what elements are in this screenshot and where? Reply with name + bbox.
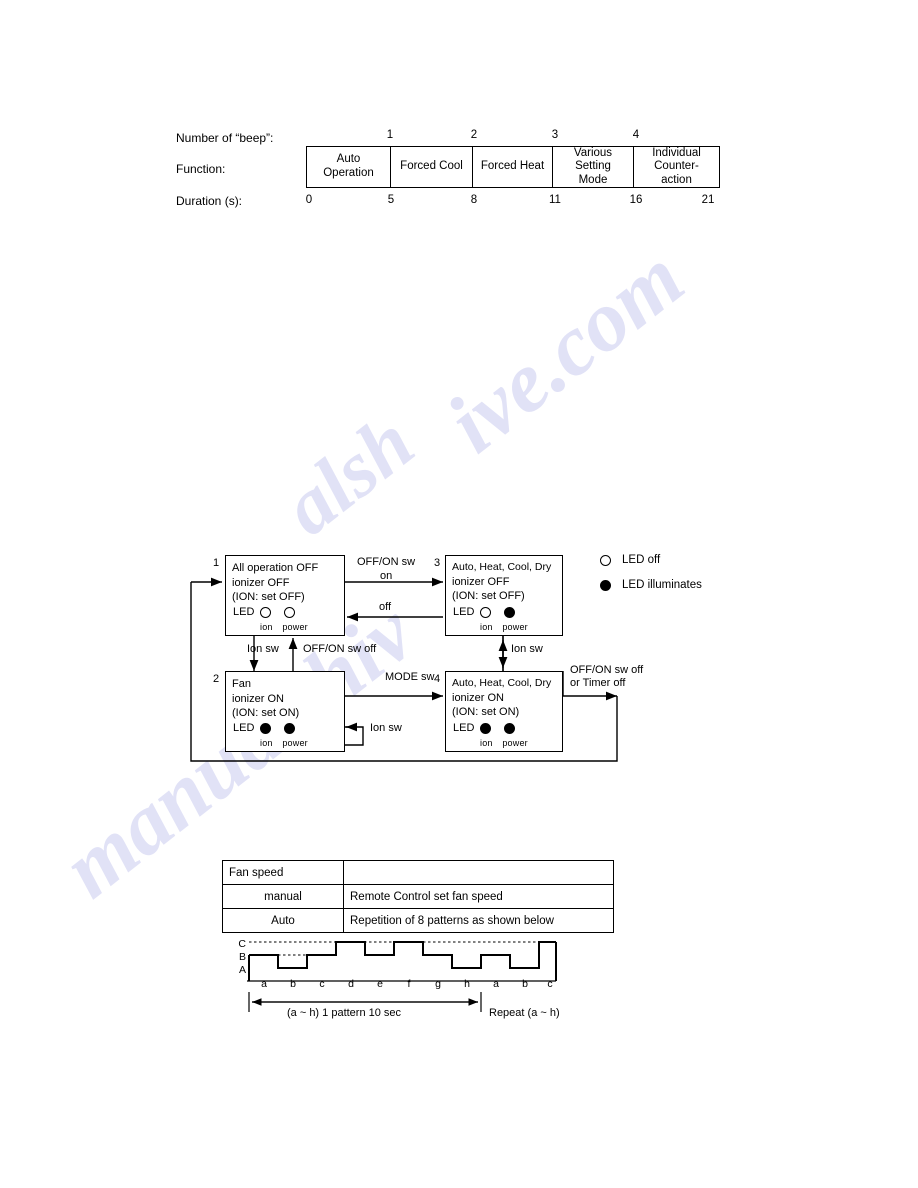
- state-box-1: All operation OFF ionizer OFF (ION: set …: [225, 555, 345, 636]
- ion-led-indicator: [260, 606, 272, 618]
- led-caption-power: power: [502, 622, 528, 632]
- table-row: Fan speed: [222, 860, 614, 885]
- table-row: manual Remote Control set fan speed: [222, 884, 614, 909]
- document-page: Number of “beep”: Function: Duration (s)…: [0, 0, 918, 1188]
- segment-label: a: [261, 978, 267, 990]
- led-on-icon: [600, 579, 611, 591]
- transition-label-ion-sw-1-2: Ion sw: [247, 643, 279, 655]
- state-line: (ION: set ON): [452, 706, 520, 719]
- led-caption-power: power: [282, 622, 308, 632]
- segment-label: b: [522, 978, 528, 990]
- transition-label-ion-sw-3-4: Ion sw: [511, 643, 543, 655]
- state-line: (ION: set OFF): [232, 591, 305, 604]
- led-label: LED: [453, 606, 475, 618]
- power-led-indicator: [284, 722, 296, 734]
- state-line: ionizer ON: [232, 692, 284, 705]
- legend-item-led-off: LED off: [600, 554, 702, 566]
- ion-led-indicator: [480, 606, 492, 618]
- state-box-2: Fan ionizer ON (ION: set ON) LED ion pow…: [225, 671, 345, 752]
- state-led-captions: ion power: [260, 622, 315, 632]
- led-caption-ion: ion: [260, 622, 273, 632]
- repeat-caption: Repeat (a ~ h): [489, 1007, 560, 1019]
- state-led-captions: ion power: [480, 738, 535, 748]
- state-line: ionizer OFF: [452, 575, 510, 588]
- fan-mode-manual-label: manual: [222, 884, 344, 909]
- table-row: Auto Repetition of 8 patterns as shown b…: [222, 908, 614, 933]
- segment-label: h: [464, 978, 470, 990]
- state-line: All operation OFF: [232, 562, 319, 574]
- segment-label: c: [319, 978, 325, 990]
- transition-label-mode-sw: MODE sw: [385, 671, 435, 683]
- state-line: Auto, Heat, Cool, Dry: [452, 677, 552, 689]
- ion-led-indicator: [480, 722, 492, 734]
- segment-label: c: [547, 978, 553, 990]
- legend-label: LED off: [622, 554, 661, 566]
- segment-label: b: [290, 978, 296, 990]
- led-caption-ion: ion: [480, 622, 493, 632]
- led-legend: LED off LED illuminates: [600, 554, 702, 604]
- ion-led-indicator: [260, 722, 272, 734]
- legend-label: LED illuminates: [622, 579, 702, 591]
- state-box-4: Auto, Heat, Cool, Dry ionizer ON (ION: s…: [445, 671, 563, 752]
- power-led-indicator: [504, 722, 516, 734]
- fan-mode-auto-value: Repetition of 8 patterns as shown below: [343, 908, 614, 933]
- transition-label-offon-sw-off: OFF/ON sw off: [303, 643, 377, 655]
- transition-label-ion-sw-self: Ion sw: [370, 722, 402, 734]
- fan-mode-manual-value: Remote Control set fan speed: [343, 884, 614, 909]
- fan-mode-auto-label: Auto: [222, 908, 344, 933]
- led-label: LED: [233, 606, 255, 618]
- led-off-icon: [600, 554, 611, 566]
- state-number-1: 1: [213, 557, 220, 569]
- state-number-3: 3: [434, 557, 441, 569]
- state-led-row: LED: [453, 722, 528, 734]
- led-label: LED: [453, 722, 475, 734]
- led-caption-power: power: [502, 738, 528, 748]
- state-line: (ION: set OFF): [452, 590, 525, 603]
- state-line: ionizer ON: [452, 691, 504, 704]
- led-caption-ion: ion: [480, 738, 493, 748]
- power-led-indicator: [284, 606, 296, 618]
- fan-speed-header-value: [343, 860, 614, 885]
- state-box-3: Auto, Heat, Cool, Dry ionizer OFF (ION: …: [445, 555, 563, 636]
- led-caption-power: power: [282, 738, 308, 748]
- segment-label: d: [348, 978, 354, 990]
- transition-label-off: off: [379, 601, 392, 613]
- transition-label-offon-sw: OFF/ON sw: [357, 556, 416, 568]
- pattern-duration-caption: (a ~ h) 1 pattern 10 sec: [287, 1007, 402, 1019]
- segment-label: a: [493, 978, 499, 990]
- led-caption-ion: ion: [260, 738, 273, 748]
- state-led-row: LED: [233, 722, 308, 734]
- segment-label: g: [435, 978, 441, 990]
- fan-speed-table: Fan speed manual Remote Control set fan …: [222, 860, 614, 933]
- transition-label-offon-timer-line1: OFF/ON sw off: [570, 664, 644, 676]
- led-label: LED: [233, 722, 255, 734]
- power-led-indicator: [504, 606, 516, 618]
- state-led-row: LED: [453, 606, 528, 618]
- state-line: (ION: set ON): [232, 707, 300, 720]
- state-line: Auto, Heat, Cool, Dry: [452, 561, 552, 573]
- segment-label: f: [407, 978, 411, 990]
- legend-item-led-illuminates: LED illuminates: [600, 579, 702, 591]
- segment-label: e: [377, 978, 383, 990]
- state-led-captions: ion power: [480, 622, 535, 632]
- state-line: ionizer OFF: [232, 576, 290, 589]
- state-led-row: LED: [233, 606, 308, 618]
- state-line: Fan: [232, 678, 251, 690]
- state-number-2: 2: [213, 673, 220, 685]
- state-led-captions: ion power: [260, 738, 315, 748]
- fan-speed-header-cell: Fan speed: [222, 860, 344, 885]
- transition-label-on: on: [380, 570, 393, 582]
- auto-fan-pattern-chart: C B A a b c d e f g h a b c (a ~ h) 1 pa…: [0, 930, 918, 1040]
- transition-label-offon-timer-line2: or Timer off: [570, 677, 626, 689]
